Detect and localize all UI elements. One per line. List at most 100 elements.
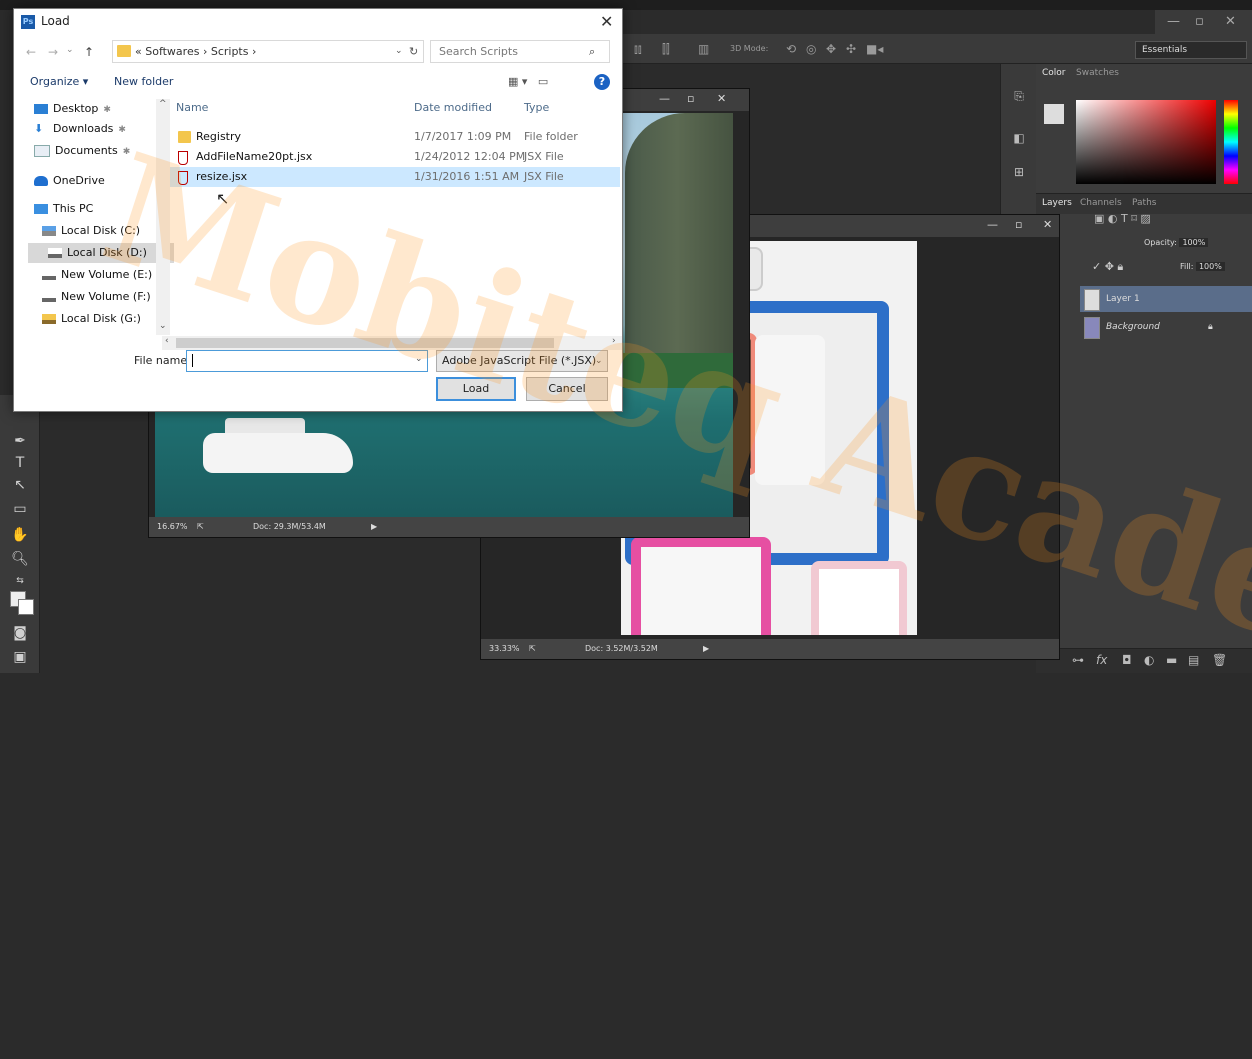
help-icon[interactable]: ? — [594, 74, 610, 90]
background-color-swatch[interactable] — [18, 599, 34, 615]
group-icon[interactable]: ▬ — [1166, 653, 1177, 667]
export-icon[interactable]: ⇱ — [529, 639, 536, 659]
nav-pane-scrollbar[interactable]: ^ ⌄ — [156, 99, 170, 335]
auto-align-icon[interactable]: ▥ — [698, 41, 709, 57]
close-icon[interactable]: ✕ — [1225, 14, 1236, 29]
search-input[interactable]: Search Scripts ⌕ — [430, 40, 610, 63]
adjustments-icon[interactable]: ◧ — [1009, 128, 1029, 148]
close-icon[interactable]: ✕ — [600, 12, 613, 31]
column-name[interactable]: Name — [176, 101, 208, 114]
fx-icon[interactable]: fx — [1096, 653, 1107, 667]
doc-close-icon[interactable]: ✕ — [717, 92, 726, 105]
view-options-icon[interactable]: ▦ ▾ ▭ — [508, 75, 548, 88]
tab-channels[interactable]: Channels — [1080, 198, 1122, 208]
3d-roll-icon[interactable]: ◎ — [806, 41, 816, 57]
minimize-icon[interactable]: — — [1167, 14, 1180, 29]
trash-icon[interactable]: 🗑︎ — [1212, 653, 1227, 667]
nav-item-onedrive[interactable]: OneDrive — [34, 171, 105, 191]
file-type-select[interactable]: Adobe JavaScript File (*.JSX) ⌄ — [436, 350, 608, 372]
status-menu-arrow-icon[interactable]: ▶ — [703, 639, 709, 659]
file-row-resize[interactable]: resize.jsx 1/31/2016 1:51 AM JSX File — [170, 167, 620, 187]
doc-minimize-icon[interactable]: — — [987, 218, 998, 231]
3d-rotate-icon[interactable]: ⟲ — [786, 41, 796, 57]
pen-icon[interactable]: ✒ — [10, 431, 30, 451]
nav-item-local-disk-g[interactable]: Local Disk (G:) — [42, 309, 141, 329]
restore-icon[interactable]: ▫ — [1195, 14, 1204, 29]
hand-icon[interactable]: ✋ — [10, 525, 30, 545]
3d-pan-icon[interactable]: ✥ — [826, 41, 836, 57]
tab-paths[interactable]: Paths — [1132, 198, 1156, 208]
zoom-icon[interactable]: 🔍︎ — [10, 549, 30, 569]
chevron-down-icon[interactable]: ⌄ — [395, 41, 403, 62]
quick-mask-icon[interactable]: ◙ — [10, 623, 30, 643]
scrollbar-thumb[interactable] — [176, 338, 554, 348]
chevron-down-icon[interactable]: ⌄ — [415, 354, 423, 364]
file-row-registry[interactable]: Registry 1/7/2017 1:09 PM File folder — [170, 127, 620, 147]
organize-button[interactable]: Organize ▾ — [30, 75, 88, 88]
zoom-level[interactable]: 33.33% — [489, 639, 520, 659]
layer-row-layer-1[interactable]: Layer 1 — [1080, 286, 1252, 312]
tab-swatches[interactable]: Swatches — [1076, 68, 1119, 78]
layer-filter-icons[interactable]: ▣ ◐ T ⌑ ▨ — [1094, 212, 1151, 225]
screen-mode-icon[interactable]: ▣ — [10, 647, 30, 667]
forward-arrow-icon[interactable]: → — [48, 45, 58, 59]
distribute-icon[interactable]: ⫿⫿ — [662, 41, 670, 57]
nav-item-downloads[interactable]: ⬇ Downloads ✱ — [34, 119, 126, 139]
align-icon[interactable]: ⫾⫾ — [634, 41, 642, 57]
adjustment-layer-icon[interactable]: ◐ — [1144, 653, 1154, 667]
file-name-input[interactable] — [186, 350, 428, 372]
doc-minimize-icon[interactable]: — — [659, 92, 670, 105]
doc-maximize-icon[interactable]: ▫ — [687, 92, 694, 105]
path-select-icon[interactable]: ↖ — [10, 475, 30, 495]
3d-slide-icon[interactable]: ✣ — [846, 41, 856, 57]
workspace-select[interactable]: Essentials — [1135, 41, 1247, 59]
color-panel-foreground[interactable] — [1044, 104, 1064, 124]
opacity-control[interactable]: Opacity: 100% — [1144, 238, 1209, 247]
cancel-button[interactable]: Cancel — [526, 377, 608, 401]
nav-item-desktop[interactable]: Desktop ✱ — [34, 99, 111, 119]
doc-close-icon[interactable]: ✕ — [1043, 218, 1052, 231]
address-bar[interactable]: « Softwares › Scripts › ⌄ ↻ — [112, 40, 424, 63]
search-icon[interactable]: ⌕ — [589, 41, 595, 62]
mask-icon[interactable]: ◘ — [1122, 653, 1132, 667]
zoom-level[interactable]: 16.67% — [157, 517, 188, 537]
lock-icons[interactable]: ✓ ✥ 🔒︎ — [1092, 260, 1123, 274]
3d-scale-icon[interactable]: ■◂ — [866, 41, 883, 57]
nav-item-new-volume-e[interactable]: New Volume (E:) — [42, 265, 152, 285]
history-icon[interactable]: ⎘ — [1009, 86, 1029, 106]
new-folder-button[interactable]: New folder — [114, 75, 173, 88]
export-icon[interactable]: ⇱ — [197, 517, 204, 537]
fill-control[interactable]: Fill: 100% — [1180, 262, 1225, 271]
status-menu-arrow-icon[interactable]: ▶ — [371, 517, 377, 537]
fill-value[interactable]: 100% — [1195, 262, 1225, 271]
nav-item-local-disk-d[interactable]: Local Disk (D:) — [28, 243, 174, 263]
link-icon[interactable]: ⊶ — [1072, 653, 1084, 667]
file-row-addfilename[interactable]: AddFileName20pt.jsx 1/24/2012 12:04 PM J… — [170, 147, 620, 167]
hue-slider[interactable] — [1224, 100, 1238, 184]
layer-row-background[interactable]: Background 🔒︎ — [1080, 314, 1252, 340]
nav-item-local-disk-c[interactable]: Local Disk (C:) — [42, 221, 140, 241]
properties-icon[interactable]: ⊞ — [1009, 162, 1029, 182]
tab-color[interactable]: Color — [1042, 68, 1066, 78]
tab-layers[interactable]: Layers — [1042, 198, 1072, 208]
opacity-value[interactable]: 100% — [1179, 238, 1209, 247]
column-type[interactable]: Type — [524, 101, 549, 114]
nav-item-new-volume-f[interactable]: New Volume (F:) — [42, 287, 151, 307]
new-layer-icon[interactable]: ▤ — [1188, 653, 1199, 667]
file-list-scrollbar[interactable]: ‹ › — [162, 336, 622, 350]
color-spectrum-field[interactable] — [1076, 100, 1216, 184]
nav-item-this-pc[interactable]: This PC — [34, 199, 93, 219]
load-button[interactable]: Load — [436, 377, 516, 401]
refresh-icon[interactable]: ↻ — [409, 41, 418, 62]
doc-maximize-icon[interactable]: ▫ — [1015, 218, 1022, 231]
back-arrow-icon[interactable]: ← — [26, 45, 36, 59]
type-tool-icon[interactable]: T — [10, 453, 30, 473]
up-arrow-icon[interactable]: ↑ — [84, 45, 94, 59]
recent-locations-icon[interactable]: ⌄ — [66, 45, 74, 55]
nav-item-documents[interactable]: Documents ✱ — [34, 141, 130, 161]
address-path[interactable]: « Softwares › Scripts › — [135, 41, 256, 62]
column-date-modified[interactable]: Date modified — [414, 101, 492, 114]
swap-colors-icon[interactable]: ⇆ — [10, 571, 30, 591]
rectangle-icon[interactable]: ▭ — [10, 499, 30, 519]
dialog-titlebar[interactable]: Ps Load ✕ — [14, 9, 622, 36]
